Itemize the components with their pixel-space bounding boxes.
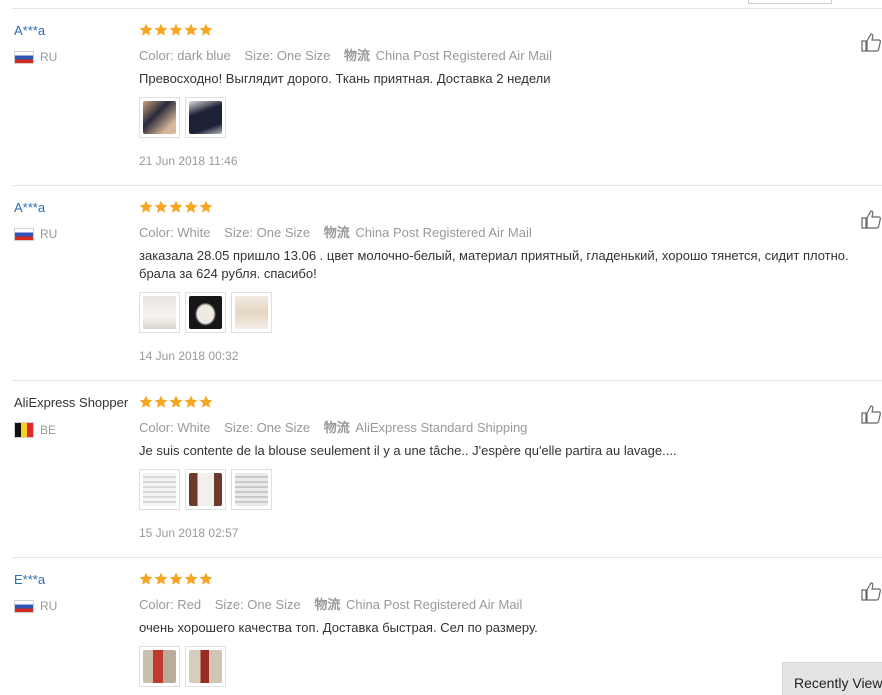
star-icon [139, 23, 153, 36]
review-date: 15 Jun 2018 02:57 [139, 526, 239, 540]
review-photo-thumb[interactable] [185, 97, 226, 138]
review-photo-thumb[interactable] [231, 469, 272, 510]
country-code: BE [40, 423, 57, 437]
shipping-key: 物流 [323, 420, 350, 435]
review-date: 14 Jun 2018 00:32 [139, 349, 239, 363]
star-icon [184, 200, 198, 213]
country-code: RU [40, 50, 58, 64]
star-icon [154, 23, 168, 36]
star-icon [169, 23, 183, 36]
shipping-method: AliExpress Standard Shipping [355, 420, 528, 435]
star-icon [184, 395, 198, 408]
reviewer-country: RU [14, 599, 57, 613]
review-photo-thumb[interactable] [185, 469, 226, 510]
sort-dropdown[interactable] [748, 0, 832, 4]
color-attribute: Color: White [139, 420, 211, 435]
color-attribute: Color: White [139, 225, 211, 240]
country-code: RU [40, 227, 58, 241]
review-photo-thumb[interactable] [185, 646, 226, 687]
order-attributes: Color: White Size: One Size 物流 AliExpres… [139, 417, 537, 436]
star-icon [154, 572, 168, 585]
star-icon [169, 395, 183, 408]
review-date: 21 Jun 2018 11:46 [139, 154, 238, 168]
order-attributes: Color: Red Size: One Size 物流 China Post … [139, 594, 532, 613]
star-icon [199, 200, 213, 213]
star-rating [139, 572, 213, 586]
order-attributes: Color: White Size: One Size 物流 China Pos… [139, 222, 542, 241]
flag-ru-icon [14, 599, 34, 613]
review-photos [139, 292, 272, 333]
review-item: A***a RU Color: White Size: One Size 物流 … [12, 186, 882, 381]
star-rating [139, 200, 213, 214]
flag-be-icon [14, 422, 34, 438]
review-text: очень хорошего качества топ. Доставка бы… [139, 620, 538, 635]
review-photo-thumb[interactable] [139, 646, 180, 687]
review-item: A***a RU Color: dark blue Size: One Size… [12, 9, 882, 186]
review-photo-thumb[interactable] [139, 469, 180, 510]
shipping-key: 物流 [344, 48, 371, 63]
thumbs-up-icon[interactable] [860, 208, 882, 230]
reviewer-country: RU [14, 227, 57, 241]
color-attribute: Color: dark blue [139, 48, 231, 63]
star-icon [169, 200, 183, 213]
reviewer-name[interactable]: A***a [14, 200, 45, 215]
star-icon [184, 572, 198, 585]
size-attribute: Size: One Size [214, 597, 301, 612]
star-icon [199, 23, 213, 36]
review-item: E***a RU Color: Red Size: One Size 物流 Ch… [12, 558, 882, 695]
star-icon [139, 572, 153, 585]
review-photo-thumb[interactable] [139, 97, 180, 138]
country-code: RU [40, 599, 58, 613]
review-text: Je suis contente de la blouse seulement … [139, 443, 677, 458]
review-text: Превосходно! Выглядит дорого. Ткань прия… [139, 71, 551, 86]
size-attribute: Size: One Size [224, 420, 311, 435]
reviewer-name[interactable]: A***a [14, 23, 45, 38]
size-attribute: Size: One Size [224, 225, 311, 240]
review-item: AliExpress Shopper BE Color: White Size:… [12, 381, 882, 558]
shipping-key: 物流 [323, 225, 350, 240]
review-photo-thumb[interactable] [231, 292, 272, 333]
review-photo-thumb[interactable] [185, 292, 226, 333]
star-rating [139, 23, 213, 37]
review-text: заказала 28.05 пришло 13.06 . цвет молоч… [139, 248, 849, 281]
star-icon [154, 200, 168, 213]
thumbs-up-icon[interactable] [860, 31, 882, 53]
shipping-key: 物流 [314, 597, 341, 612]
review-photos [139, 646, 226, 687]
star-icon [199, 572, 213, 585]
reviewer-country: BE [14, 422, 56, 438]
star-icon [154, 395, 168, 408]
color-attribute: Color: Red [139, 597, 202, 612]
thumbs-up-icon[interactable] [860, 580, 882, 602]
shipping-method: China Post Registered Air Mail [375, 48, 552, 63]
recently-viewed-tab[interactable]: Recently Viewed [782, 662, 882, 695]
flag-ru-icon [14, 227, 34, 241]
review-photos [139, 469, 272, 510]
star-icon [184, 23, 198, 36]
star-icon [139, 395, 153, 408]
flag-ru-icon [14, 50, 34, 64]
reviewer-country: RU [14, 50, 57, 64]
reviewer-name[interactable]: E***a [14, 572, 45, 587]
review-photos [139, 97, 226, 138]
shipping-method: China Post Registered Air Mail [346, 597, 523, 612]
thumbs-up-icon[interactable] [860, 403, 882, 425]
star-icon [139, 200, 153, 213]
order-attributes: Color: dark blue Size: One Size 物流 China… [139, 45, 562, 64]
star-icon [169, 572, 183, 585]
star-rating [139, 395, 213, 409]
size-attribute: Size: One Size [244, 48, 331, 63]
reviewer-name: AliExpress Shopper [14, 395, 129, 410]
shipping-method: China Post Registered Air Mail [355, 225, 532, 240]
star-icon [199, 395, 213, 408]
review-photo-thumb[interactable] [139, 292, 180, 333]
